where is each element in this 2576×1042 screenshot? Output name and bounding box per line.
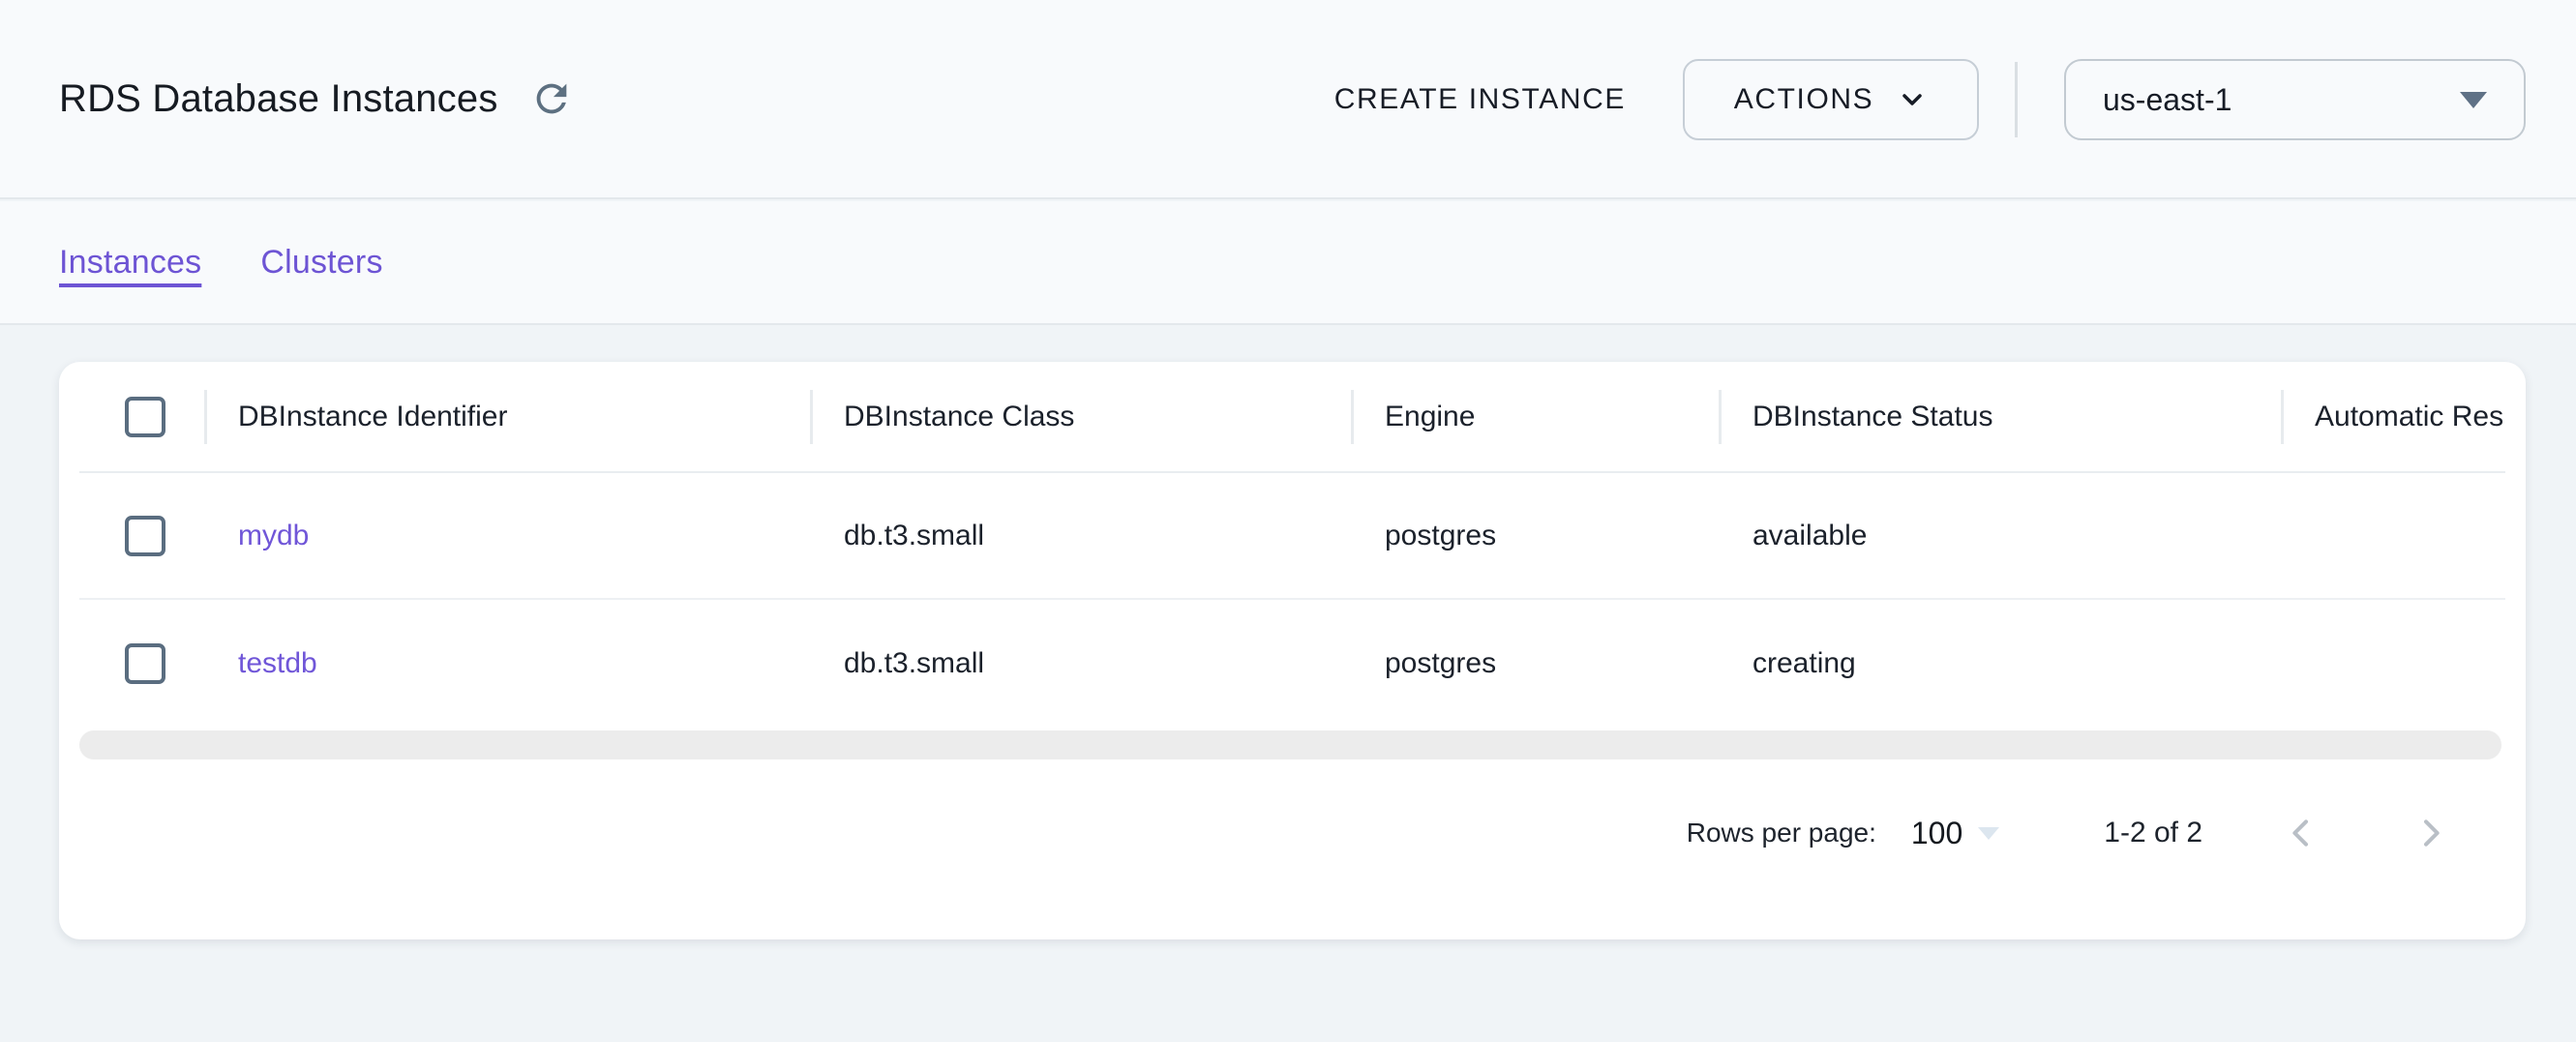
select-all-checkbox[interactable]	[125, 397, 165, 437]
caret-down-icon	[2460, 92, 2487, 108]
cell-class: db.t3.small	[810, 473, 1351, 598]
chevron-right-icon	[2411, 814, 2450, 852]
pagination-range: 1-2 of 2	[2104, 817, 2202, 849]
cell-status: creating	[1719, 600, 2281, 727]
table-row: mydb db.t3.small postgres available	[79, 473, 2505, 600]
caret-down-icon	[1978, 827, 1999, 840]
create-instance-button[interactable]: CREATE INSTANCE	[1334, 83, 1626, 116]
table-row: testdb db.t3.small postgres creating	[79, 600, 2505, 727]
region-select-value: us-east-1	[2103, 82, 2460, 118]
tab-instances[interactable]: Instances	[59, 244, 201, 282]
actions-button[interactable]: ACTIONS	[1683, 59, 1979, 140]
instances-table-card: DBInstance Identifier DBInstance Class E…	[59, 362, 2526, 939]
cell-class: db.t3.small	[810, 600, 1351, 727]
horizontal-scrollbar[interactable]	[79, 730, 2501, 759]
page-title: RDS Database Instances	[59, 77, 498, 121]
refresh-icon	[529, 76, 574, 121]
tab-clusters[interactable]: Clusters	[260, 244, 382, 282]
row-checkbox[interactable]	[125, 516, 165, 556]
rows-per-page-label: Rows per page:	[1687, 818, 1876, 848]
chevron-left-icon	[2282, 814, 2321, 852]
previous-page-button[interactable]	[2270, 802, 2332, 864]
actions-button-label: ACTIONS	[1734, 83, 1874, 116]
instance-link[interactable]: testdb	[204, 600, 810, 727]
column-header-identifier: DBInstance Identifier	[204, 362, 810, 471]
instance-link[interactable]: mydb	[204, 473, 810, 598]
top-bar: RDS Database Instances CREATE INSTANCE A…	[0, 0, 2576, 199]
rows-per-page-select[interactable]: 100	[1911, 816, 1999, 851]
column-header-status: DBInstance Status	[1719, 362, 2281, 471]
title-group: RDS Database Instances	[59, 74, 576, 123]
cell-engine: postgres	[1351, 473, 1719, 598]
column-header-automatic: Automatic Res	[2281, 362, 2505, 471]
column-header-class: DBInstance Class	[810, 362, 1351, 471]
instances-table: DBInstance Identifier DBInstance Class E…	[79, 362, 2505, 727]
chevron-down-icon	[1897, 84, 1928, 115]
next-page-button[interactable]	[2400, 802, 2462, 864]
toolbar-divider	[2015, 62, 2018, 137]
tab-bar: Instances Clusters	[0, 201, 2576, 325]
cell-engine: postgres	[1351, 600, 1719, 727]
column-header-engine: Engine	[1351, 362, 1719, 471]
row-checkbox[interactable]	[125, 643, 165, 684]
cell-automatic	[2281, 600, 2505, 727]
cell-automatic	[2281, 473, 2505, 598]
region-select[interactable]: us-east-1	[2064, 59, 2526, 140]
pagination-bar: Rows per page: 100 1-2 of 2	[59, 759, 2526, 907]
rows-per-page-value: 100	[1911, 816, 1962, 851]
refresh-button[interactable]	[527, 74, 576, 123]
table-header-row: DBInstance Identifier DBInstance Class E…	[79, 362, 2505, 473]
topbar-actions: CREATE INSTANCE ACTIONS us-east-1	[1334, 0, 2526, 199]
cell-status: available	[1719, 473, 2281, 598]
